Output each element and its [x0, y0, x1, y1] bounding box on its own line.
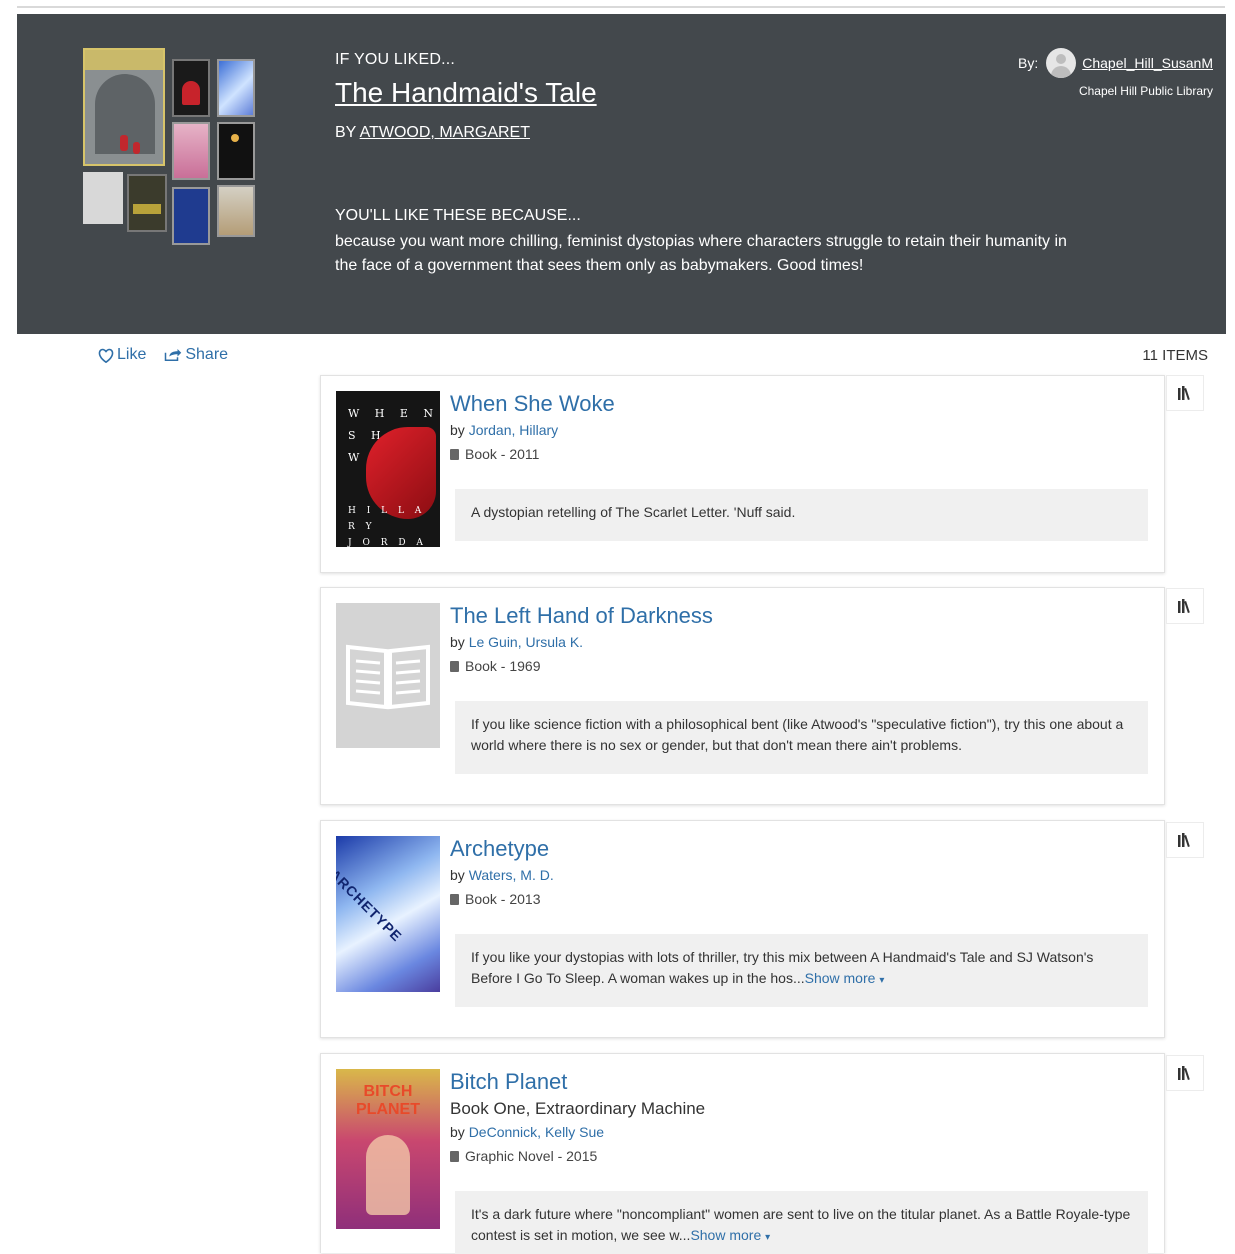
source-title-link[interactable]: The Handmaid's Tale	[335, 77, 597, 109]
item-note: If you like science fiction with a philo…	[455, 701, 1148, 774]
collage-cover	[172, 187, 210, 245]
item-format: Graphic Novel - 2015	[450, 1148, 1150, 1164]
item-byline: by Le Guin, Ursula K.	[450, 634, 1150, 650]
like-label: Like	[117, 346, 147, 363]
item-title-link[interactable]: Bitch Planet	[450, 1067, 1150, 1097]
collage-cover-handmaids-tale	[83, 48, 165, 166]
list-item: The Left Hand of Darkness by Le Guin, Ur…	[320, 587, 1165, 805]
list-item: ARCHETYPE Archetype by Waters, M. D. Boo…	[320, 820, 1165, 1038]
item-byline: by Jordan, Hillary	[450, 422, 1150, 438]
cover-text: BITCH PLANET	[356, 1083, 420, 1118]
list-header: IF YOU LIKED... The Handmaid's Tale BY A…	[17, 14, 1226, 334]
item-format: Book - 2013	[450, 891, 1150, 907]
show-more-label: Show more	[690, 1227, 762, 1243]
by-prefix: by	[450, 422, 465, 438]
note-text: A dystopian retelling of The Scarlet Let…	[471, 504, 796, 520]
note-text: It's a dark future where "noncompliant" …	[471, 1206, 1131, 1243]
book-cover[interactable]: W H E N S H E W O K E H I L L A R Y J O …	[336, 391, 440, 547]
collage-cover	[217, 59, 255, 117]
format-text: Book - 2011	[465, 446, 540, 462]
collage-cover-placeholder	[83, 172, 123, 224]
note-text: If you like science fiction with a philo…	[471, 716, 1124, 753]
add-to-shelf-button[interactable]	[1166, 588, 1204, 624]
item-note: If you like your dystopias with lots of …	[455, 934, 1148, 1007]
format-text: Graphic Novel - 2015	[465, 1148, 598, 1164]
add-to-shelf-button[interactable]	[1166, 375, 1204, 411]
book-cover[interactable]: BITCH PLANET	[336, 1069, 440, 1229]
item-note: A dystopian retelling of The Scarlet Let…	[455, 489, 1148, 541]
book-cover[interactable]: ARCHETYPE	[336, 836, 440, 992]
item-title-link[interactable]: The Left Hand of Darkness	[450, 601, 1150, 631]
source-author-link[interactable]: ATWOOD, MARGARET	[360, 124, 530, 141]
author-prefix: BY	[335, 124, 357, 141]
top-divider	[17, 6, 1225, 8]
book-icon	[450, 1150, 459, 1162]
by-prefix: by	[450, 1124, 465, 1140]
cover-text: W H E N	[348, 407, 440, 420]
item-author-link[interactable]: Le Guin, Ursula K.	[469, 634, 583, 650]
list-item: W H E N S H E W O K E H I L L A R Y J O …	[320, 375, 1165, 573]
because-text: because you want more chilling, feminist…	[335, 233, 1067, 274]
by-label: By:	[1018, 55, 1039, 71]
heart-icon	[98, 348, 114, 363]
add-to-shelf-button[interactable]	[1166, 1055, 1204, 1091]
collage-cover	[217, 185, 255, 237]
add-to-shelf-button[interactable]	[1166, 822, 1204, 858]
item-author-link[interactable]: DeConnick, Kelly Sue	[469, 1124, 604, 1140]
book-icon	[450, 660, 459, 672]
show-more-link[interactable]: Show more ▾	[805, 970, 885, 986]
collage-cover	[217, 122, 255, 180]
owner-library: Chapel Hill Public Library	[1078, 84, 1213, 98]
item-title-link[interactable]: When She Woke	[450, 389, 1150, 419]
show-more-link[interactable]: Show more ▾	[690, 1227, 770, 1243]
like-button[interactable]: Like	[98, 346, 146, 364]
book-cover-placeholder[interactable]	[336, 603, 440, 748]
list-actions: Like Share	[98, 346, 228, 364]
note-text: If you like your dystopias with lots of …	[471, 949, 1094, 986]
caret-down-icon: ▾	[879, 975, 885, 986]
shelf-icon	[1178, 1066, 1190, 1080]
format-text: Book - 1969	[465, 658, 541, 674]
open-book-icon	[346, 644, 430, 710]
by-prefix: by	[450, 867, 465, 883]
book-icon	[450, 448, 459, 460]
list-item: BITCH PLANET Bitch Planet Book One, Extr…	[320, 1053, 1165, 1254]
item-title-link[interactable]: Archetype	[450, 834, 1150, 864]
item-author-link[interactable]: Jordan, Hillary	[469, 422, 558, 438]
item-author-link[interactable]: Waters, M. D.	[469, 867, 554, 883]
if-you-liked-label: IF YOU LIKED...	[335, 51, 456, 68]
format-text: Book - 2013	[465, 891, 541, 907]
item-byline: by Waters, M. D.	[450, 867, 1150, 883]
show-more-label: Show more	[804, 970, 876, 986]
collage-cover	[172, 59, 210, 117]
caret-down-icon: ▾	[765, 1232, 771, 1243]
shelf-icon	[1178, 386, 1190, 400]
owner-username-link[interactable]: Chapel_Hill_SusanM	[1082, 55, 1213, 71]
share-button[interactable]: Share	[164, 346, 228, 364]
item-byline: by DeConnick, Kelly Sue	[450, 1124, 1150, 1140]
because-heading: YOU'LL LIKE THESE BECAUSE...	[335, 207, 581, 224]
shelf-icon	[1178, 833, 1190, 847]
item-note: It's a dark future where "noncompliant" …	[455, 1191, 1148, 1254]
item-format: Book - 2011	[450, 446, 1150, 462]
item-subtitle: Book One, Extraordinary Machine	[450, 1099, 706, 1118]
share-label: Share	[185, 346, 229, 363]
collage-cover	[127, 174, 167, 232]
cover-text: J O R D A N	[348, 538, 427, 547]
by-prefix: by	[450, 634, 465, 650]
share-icon	[165, 349, 182, 361]
item-format: Book - 1969	[450, 658, 1150, 674]
cover-text: ARCHETYPE	[336, 866, 406, 945]
book-icon	[450, 893, 459, 905]
avatar[interactable]	[1046, 48, 1077, 78]
collage-cover	[172, 122, 210, 180]
list-owner: By: Chapel_Hill_SusanM Chapel Hill Publi…	[1018, 48, 1213, 98]
item-count: 11 ITEMS	[1142, 347, 1208, 364]
cover-text: H I L L A R Y	[348, 506, 426, 532]
shelf-icon	[1178, 599, 1190, 613]
source-author: BY ATWOOD, MARGARET	[335, 124, 530, 142]
